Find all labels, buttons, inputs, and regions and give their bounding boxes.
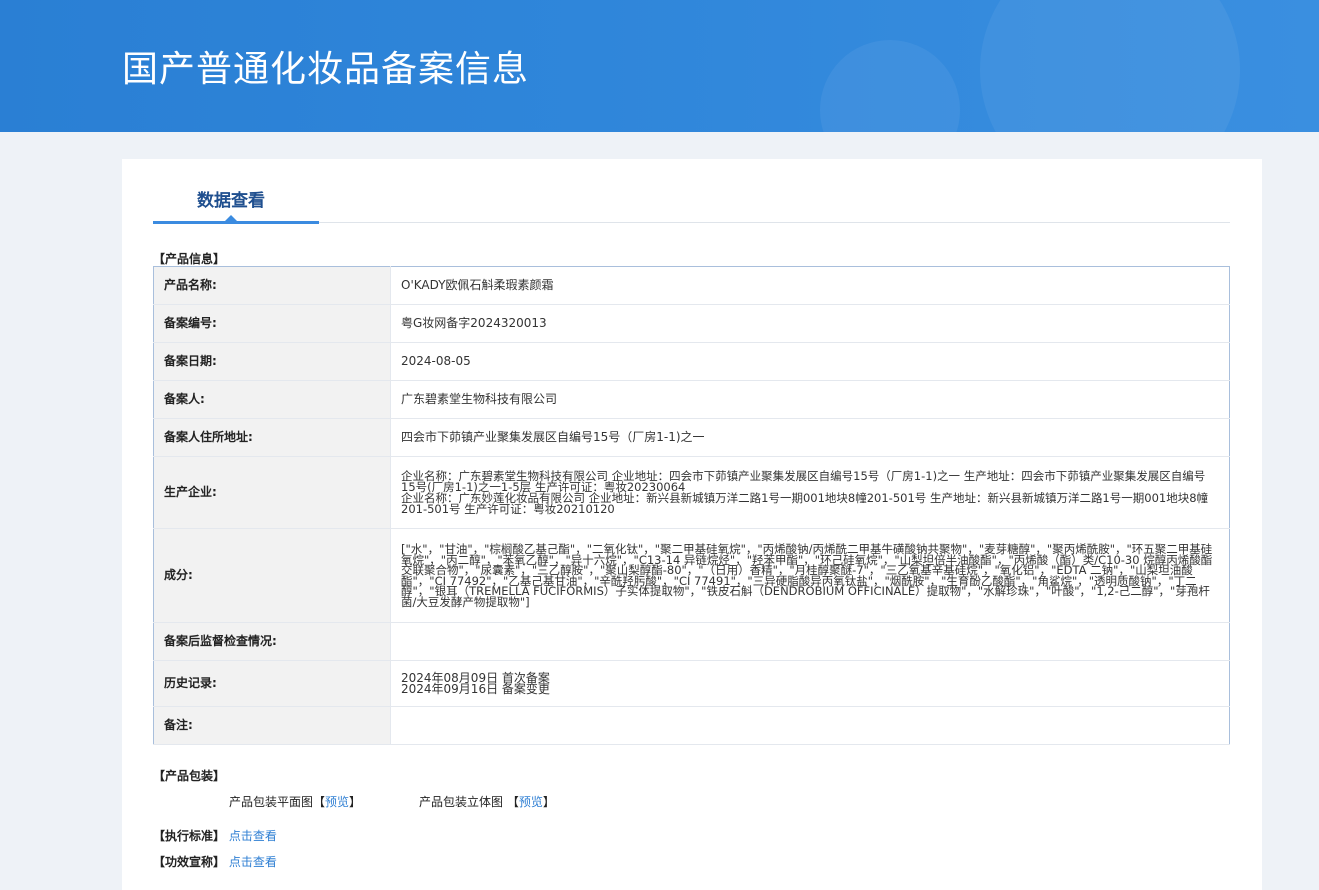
row-value: 2024-08-05 — [390, 342, 1230, 381]
standard-view-link[interactable]: 点击查看 — [229, 829, 277, 843]
banner-decoration — [980, 0, 1240, 132]
row-value — [390, 706, 1230, 745]
row-value: 四会市下茆镇产业聚集发展区自编号15号（厂房1-1)之一 — [390, 418, 1230, 457]
row-value: 2024年08月09日 首次备案 2024年09月16日 备案变更 — [390, 660, 1230, 707]
content-card: 数据查看 【产品信息】 产品名称: O'KADY欧佩石斛柔瑕素颜霜 备案编号: … — [122, 159, 1262, 890]
standard-label: 【执行标准】 — [153, 829, 226, 843]
packaging-solid-row: 产品包装立体图 【预览】 — [419, 793, 555, 810]
tab-arrow-icon — [225, 215, 237, 221]
table-row: 备案人: 广东碧素堂生物科技有限公司 — [153, 380, 1230, 419]
standard-row: 【执行标准】 点击查看 — [153, 827, 277, 844]
bracket: 】 — [349, 795, 362, 809]
preview-flat-link[interactable]: 预览 — [325, 795, 349, 809]
packaging-solid-label: 产品包装立体图 — [419, 795, 504, 809]
row-value: ["水"，"甘油"，"棕榈酸乙基己酯"，"二氧化钛"，"聚二甲基硅氧烷"，"丙烯… — [390, 528, 1230, 623]
packaging-flat-row: 产品包装平面图【预览】 — [229, 793, 361, 810]
row-value: 粤G妆网备字2024320013 — [390, 304, 1230, 343]
efficacy-row: 【功效宣称】 点击查看 — [153, 853, 277, 870]
header-banner: 国产普通化妆品备案信息 — [0, 0, 1319, 132]
table-row: 成分: ["水"，"甘油"，"棕榈酸乙基己酯"，"二氧化钛"，"聚二甲基硅氧烷"… — [153, 528, 1230, 623]
packaging-flat-label: 产品包装平面图 — [229, 795, 314, 809]
table-row: 备注: — [153, 706, 1230, 745]
table-row: 备案后监督检查情况: — [153, 622, 1230, 661]
row-label: 产品名称: — [153, 266, 391, 305]
row-label: 备案人住所地址: — [153, 418, 391, 457]
product-info-table: 产品名称: O'KADY欧佩石斛柔瑕素颜霜 备案编号: 粤G妆网备字202432… — [153, 266, 1230, 745]
row-label: 备案人: — [153, 380, 391, 419]
page-title: 国产普通化妆品备案信息 — [122, 49, 530, 90]
product-info-title: 【产品信息】 — [153, 252, 226, 266]
row-label: 成分: — [153, 528, 391, 623]
row-label: 备案后监督检查情况: — [153, 622, 391, 661]
preview-solid-link[interactable]: 预览 — [519, 795, 543, 809]
table-row: 备案编号: 粤G妆网备字2024320013 — [153, 304, 1230, 343]
row-value — [390, 622, 1230, 661]
efficacy-view-link[interactable]: 点击查看 — [229, 855, 277, 869]
row-label: 备案日期: — [153, 342, 391, 381]
tab-data-view[interactable]: 数据查看 — [197, 186, 265, 211]
row-label: 历史记录: — [153, 660, 391, 707]
row-label: 生产企业: — [153, 456, 391, 529]
packaging-title: 【产品包装】 — [153, 769, 226, 783]
row-label: 备注: — [153, 706, 391, 745]
row-value: 企业名称：广东碧素堂生物科技有限公司 企业地址：四会市下茆镇产业聚集发展区自编号… — [390, 456, 1230, 529]
efficacy-label: 【功效宣称】 — [153, 855, 226, 869]
bracket: 】 — [542, 795, 555, 809]
table-row: 备案日期: 2024-08-05 — [153, 342, 1230, 381]
table-row: 生产企业: 企业名称：广东碧素堂生物科技有限公司 企业地址：四会市下茆镇产业聚集… — [153, 456, 1230, 529]
tab-active-indicator — [153, 221, 319, 224]
row-label: 备案编号: — [153, 304, 391, 343]
table-row: 历史记录: 2024年08月09日 首次备案 2024年09月16日 备案变更 — [153, 660, 1230, 707]
row-value: 广东碧素堂生物科技有限公司 — [390, 380, 1230, 419]
bracket: 【 — [506, 795, 519, 809]
row-value: O'KADY欧佩石斛柔瑕素颜霜 — [390, 266, 1230, 305]
bracket: 【 — [313, 795, 326, 809]
banner-decoration — [820, 40, 960, 132]
table-row: 产品名称: O'KADY欧佩石斛柔瑕素颜霜 — [153, 266, 1230, 305]
table-row: 备案人住所地址: 四会市下茆镇产业聚集发展区自编号15号（厂房1-1)之一 — [153, 418, 1230, 457]
